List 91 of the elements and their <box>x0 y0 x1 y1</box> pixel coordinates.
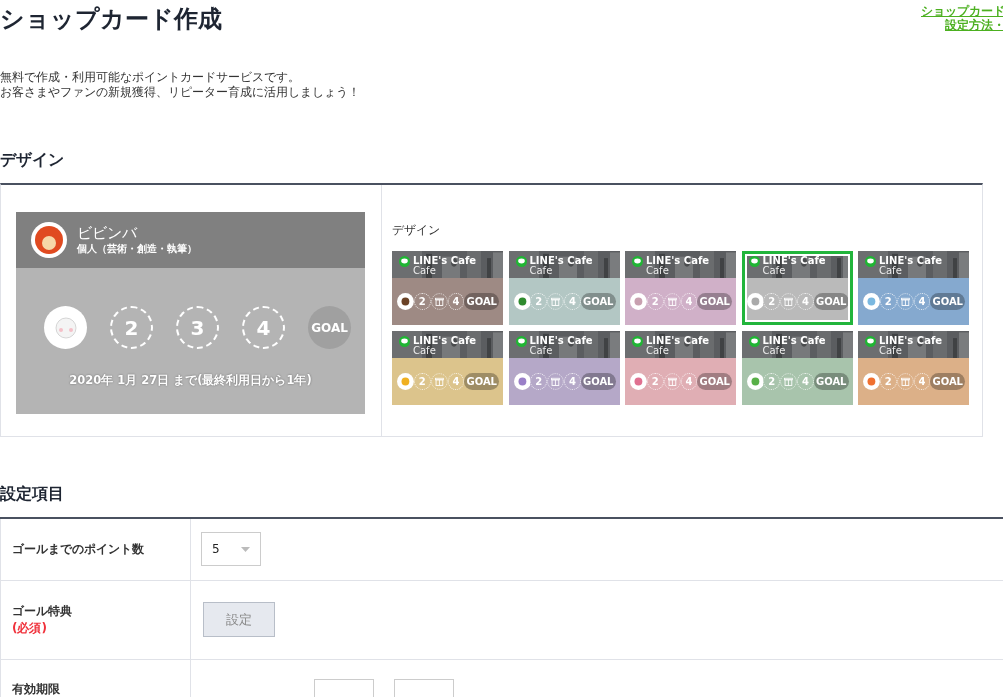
shop-name: LINE's Cafe <box>879 256 942 266</box>
stamp-slot: 2 <box>110 306 153 349</box>
sticker-icon <box>397 293 414 310</box>
chat-bubble-icon <box>399 336 410 347</box>
sticker-icon <box>630 293 647 310</box>
sticker-icon <box>746 293 764 310</box>
shop-name: LINE's Cafe <box>413 256 476 266</box>
avatar <box>31 222 67 258</box>
sticker-icon <box>54 316 77 339</box>
shop-name: LINE's Cafe <box>762 256 826 266</box>
goal-badge: GOAL <box>464 373 499 390</box>
chat-bubble-icon <box>632 256 643 267</box>
sticker-icon <box>513 373 531 390</box>
shop-name: LINE's Cafe <box>646 256 709 266</box>
gift-icon <box>430 293 448 310</box>
section-heading: 設定項目 <box>0 484 64 504</box>
gift-icon <box>547 293 565 310</box>
card-theme[interactable]: LINE's Cafe Cafe 2 4 GOAL <box>392 251 503 325</box>
shop-category: Cafe <box>529 346 553 356</box>
gift-icon <box>896 293 914 310</box>
card-theme[interactable]: LINE's Cafe Cafe 2 4 GOAL <box>392 331 503 405</box>
points-select[interactable]: 5 <box>201 532 261 567</box>
card-theme[interactable]: LINE's Cafe Cafe 2 4 GOAL <box>858 251 969 325</box>
goal-badge: GOAL <box>697 293 732 310</box>
intro-text: 無料で作成・利用可能なポイントカードサービスです。 <box>0 70 300 85</box>
sticker-icon <box>397 373 414 390</box>
chat-bubble-icon <box>632 336 643 347</box>
sticker-icon <box>630 373 647 390</box>
stamp-slot: 3 <box>176 306 219 349</box>
chat-bubble-icon <box>515 256 527 267</box>
goal-badge: GOAL <box>464 293 499 310</box>
chat-bubble-icon <box>748 336 760 347</box>
card-theme[interactable]: LINE's Cafe Cafe 2 4 GOAL <box>625 251 736 325</box>
chat-bubble-icon <box>399 256 410 267</box>
card-theme[interactable]: LINE's Cafe Cafe 2 4 GOAL <box>741 251 853 325</box>
setting-label: 有効期限 <box>12 680 60 697</box>
page-title: ショップカード作成 <box>0 4 222 34</box>
required-note: (必須) <box>12 619 47 637</box>
chat-bubble-icon <box>865 336 876 347</box>
card-theme[interactable]: LINE's Cafe Cafe 2 4 GOAL <box>508 331 620 405</box>
sticker-icon <box>746 373 764 390</box>
goal-badge: GOAL <box>580 293 616 310</box>
picker-label: デザイン <box>392 222 440 239</box>
gift-icon <box>896 373 914 390</box>
goal-badge: GOAL <box>697 373 732 390</box>
gift-icon <box>780 293 798 310</box>
setting-label: ゴール特典 <box>12 602 72 620</box>
sticker-icon <box>863 293 880 310</box>
shop-category: Cafe <box>879 346 902 356</box>
sticker-icon <box>513 293 531 310</box>
expiry-text: 2020年 1月 27日 まで(最終利用日から1年) <box>69 373 312 388</box>
card-theme[interactable]: LINE's Cafe Cafe 2 4 GOAL <box>508 251 620 325</box>
setting-label: ゴールまでのポイント数 <box>12 540 144 558</box>
card-theme[interactable]: LINE's Cafe Cafe 2 4 GOAL <box>625 331 736 405</box>
shop-category: Cafe <box>413 346 436 356</box>
goal-badge: GOAL <box>308 306 351 349</box>
shop-name: LINE's Cafe <box>529 256 593 266</box>
card-theme[interactable]: LINE's Cafe Cafe 2 4 GOAL <box>858 331 969 405</box>
gift-icon <box>547 373 565 390</box>
goal-badge: GOAL <box>930 373 965 390</box>
caret-icon <box>241 546 250 552</box>
section-heading: デザイン <box>0 150 64 170</box>
card-theme[interactable]: LINE's Cafe Cafe 2 4 GOAL <box>741 331 853 405</box>
shop-name: LINE's Cafe <box>413 336 476 346</box>
intro-text: お客さまやファンの新規獲得、リピーター育成に活用しましょう！ <box>0 85 360 100</box>
shop-name: LINE's Cafe <box>879 336 942 346</box>
shop-category: Cafe <box>762 346 786 356</box>
shop-name: ビビンバ <box>77 225 137 242</box>
shop-name: LINE's Cafe <box>646 336 709 346</box>
shop-category: 個人（芸術・創造・執筆） <box>77 242 197 255</box>
chat-bubble-icon <box>748 256 760 267</box>
goal-badge: GOAL <box>930 293 965 310</box>
shop-category: Cafe <box>529 266 553 276</box>
chat-bubble-icon <box>865 256 876 267</box>
shop-category: Cafe <box>646 266 669 276</box>
stamp-slot: 4 <box>242 306 285 349</box>
shop-category: Cafe <box>413 266 436 276</box>
gift-icon <box>430 373 448 390</box>
gift-icon <box>663 293 681 310</box>
gift-icon <box>663 373 681 390</box>
shop-name: LINE's Cafe <box>529 336 593 346</box>
gift-icon <box>780 373 798 390</box>
goal-badge: GOAL <box>813 373 849 390</box>
chat-bubble-icon <box>515 336 527 347</box>
shop-category: Cafe <box>646 346 669 356</box>
shop-name: LINE's Cafe <box>762 336 826 346</box>
shop-category: Cafe <box>762 266 786 276</box>
shop-category: Cafe <box>879 266 902 276</box>
goal-badge: GOAL <box>813 293 849 310</box>
goal-badge: GOAL <box>580 373 616 390</box>
sticker-icon <box>863 373 880 390</box>
